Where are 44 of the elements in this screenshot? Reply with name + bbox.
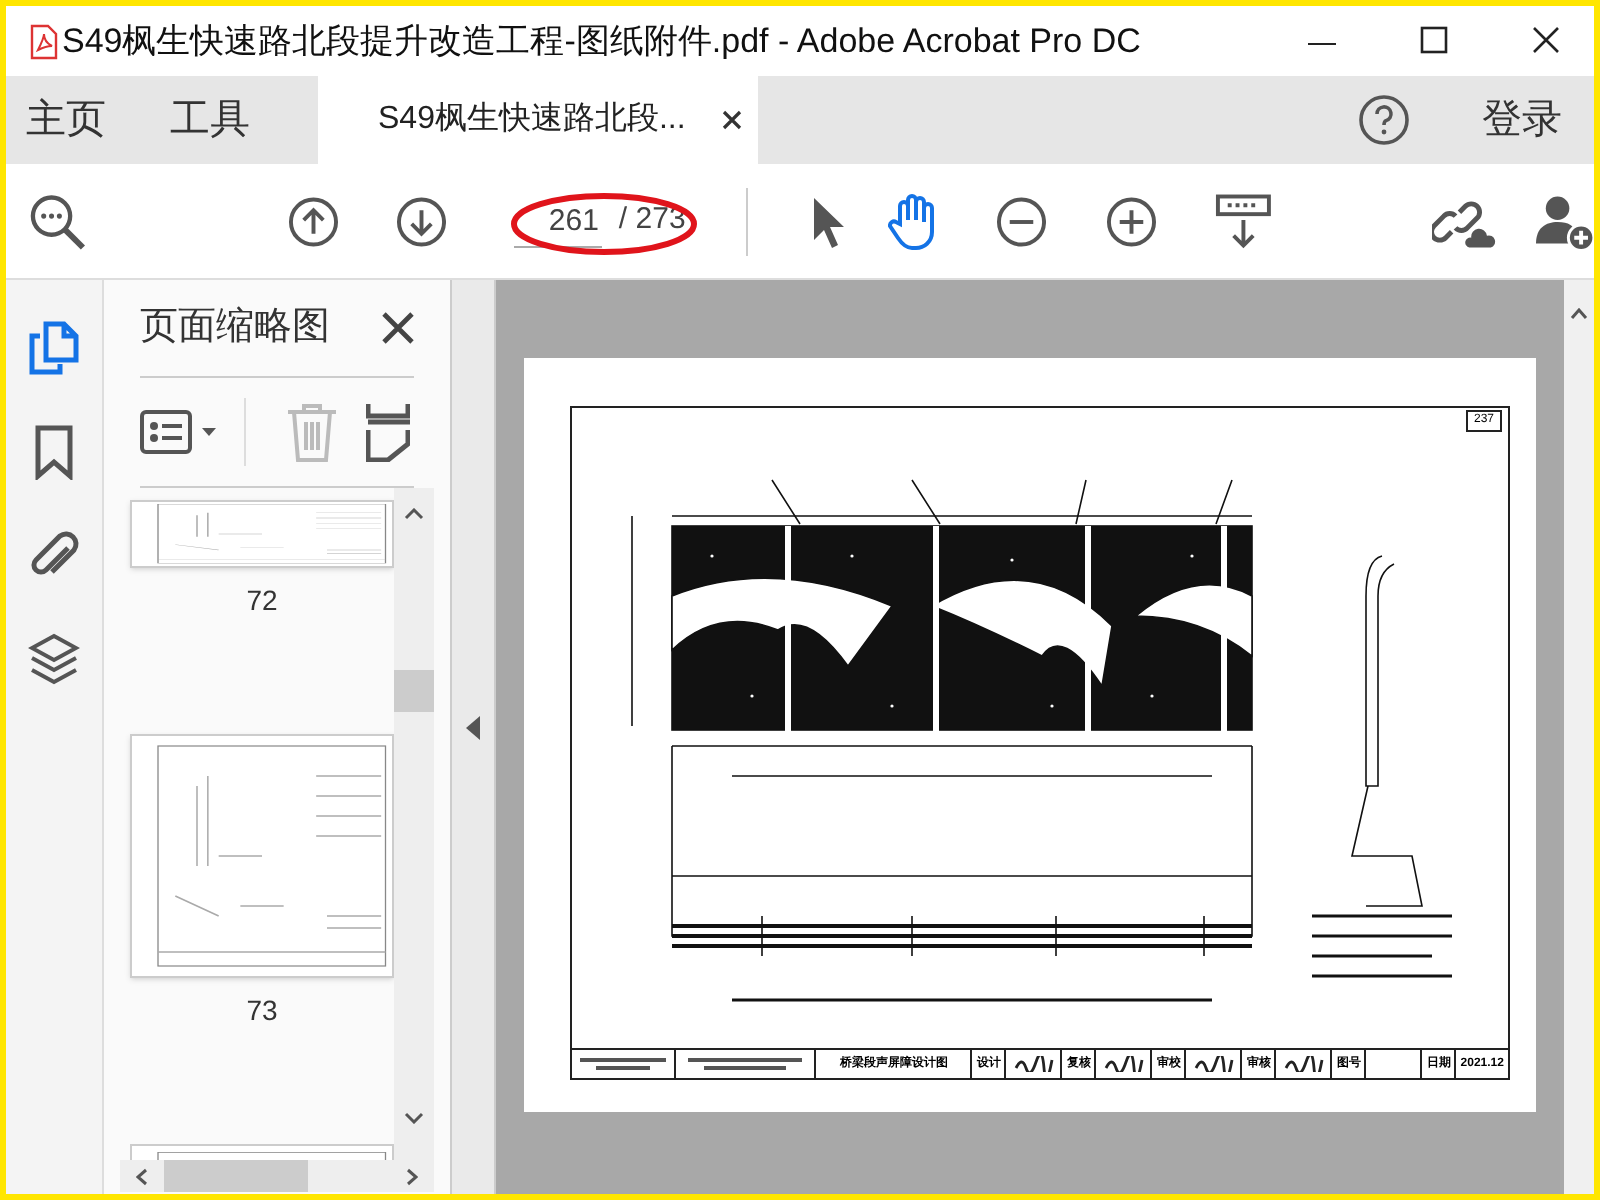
horizontal-scrollbar[interactable] xyxy=(120,1160,434,1192)
extract-pages-icon[interactable] xyxy=(366,402,410,462)
pdf-file-icon xyxy=(30,23,58,59)
window-title: S49枫生快速路北段提升改造工程-图纸附件.pdf - Adobe Acrobat Pro DC xyxy=(62,19,1141,64)
signature-drawing xyxy=(1013,1056,1054,1072)
options-icon[interactable] xyxy=(140,410,216,454)
pages-icon[interactable] xyxy=(28,320,80,376)
layers-icon[interactable] xyxy=(28,632,80,688)
document-tab[interactable]: S49枫生快速路北段... xyxy=(318,76,758,164)
signature-drawing xyxy=(1283,1056,1324,1072)
page-thumbnail[interactable] xyxy=(130,500,394,568)
menu-tab[interactable]: 主页 xyxy=(26,90,106,150)
signature-drawing xyxy=(1103,1056,1144,1072)
scroll-left-icon[interactable] xyxy=(136,1168,148,1186)
scroll-up-icon[interactable] xyxy=(404,508,424,520)
help-icon[interactable] xyxy=(1358,94,1410,146)
scroll-right-icon[interactable] xyxy=(406,1168,418,1186)
scroll-thumb[interactable] xyxy=(164,1160,308,1192)
page-thumbnail[interactable] xyxy=(130,734,394,978)
scroll-down-icon[interactable] xyxy=(404,1112,424,1124)
close-icon[interactable] xyxy=(382,312,414,344)
scroll-up-icon[interactable] xyxy=(1570,308,1588,320)
keyboard-download-icon[interactable] xyxy=(1213,191,1273,251)
add-person-icon[interactable] xyxy=(1535,191,1594,251)
page-number-label: 73 xyxy=(244,992,280,1030)
vertical-scrollbar[interactable] xyxy=(394,488,434,1160)
page-number-label: 72 xyxy=(244,582,280,620)
menu-tab[interactable]: 工具 xyxy=(170,90,250,150)
zoom-search-icon[interactable] xyxy=(28,191,87,251)
scroll-thumb[interactable] xyxy=(394,670,434,712)
close-icon[interactable] xyxy=(722,110,742,130)
page-number-field[interactable]: 261 xyxy=(514,195,603,247)
sign-in-button[interactable]: 登录 xyxy=(1482,90,1562,150)
bookmark-icon[interactable] xyxy=(34,424,74,480)
signature-drawing xyxy=(1193,1056,1234,1072)
next-page-icon[interactable] xyxy=(395,195,447,247)
previous-page-icon[interactable] xyxy=(288,195,340,247)
collapse-icon[interactable] xyxy=(466,715,480,739)
vertical-scrollbar[interactable] xyxy=(1564,280,1594,1194)
zoom-out-icon[interactable] xyxy=(995,195,1047,247)
close-icon[interactable] xyxy=(1530,23,1562,55)
panel-title: 页面缩略图 xyxy=(140,303,330,352)
maximize-icon[interactable] xyxy=(1418,23,1450,55)
zoom-in-icon[interactable] xyxy=(1106,195,1158,247)
